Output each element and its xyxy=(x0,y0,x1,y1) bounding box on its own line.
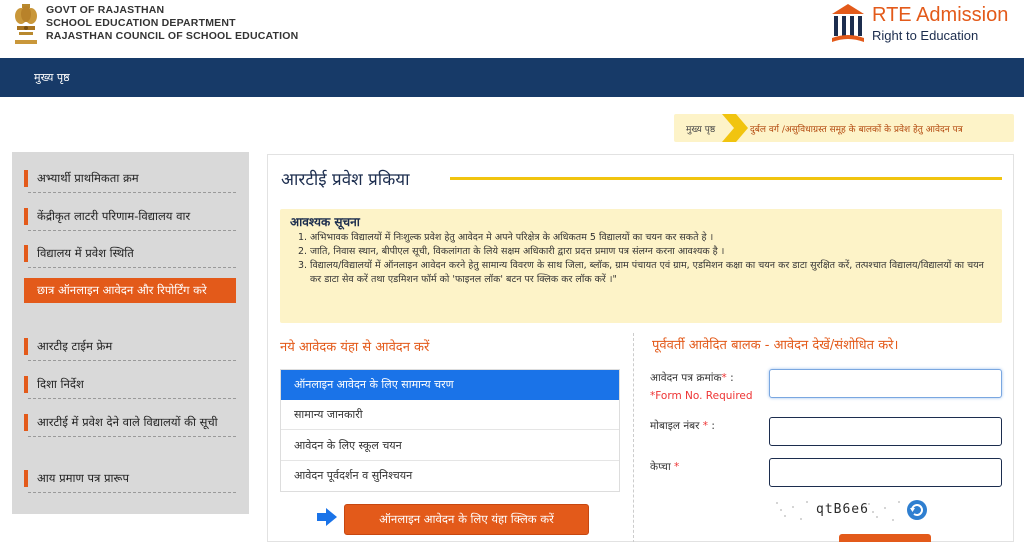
captcha-label: केप्चा * xyxy=(650,461,680,473)
notice-box: आवश्यक सूचना 1. अभिभावक विद्यालयों में नि… xyxy=(280,209,1002,323)
apply-online-button[interactable]: ऑनलाइन आवेदन के लिए यंहा क्लिक करें xyxy=(344,504,589,535)
notice-list: 1. अभिभावक विद्यालयों में निःशुल्क प्रवेश… xyxy=(298,231,988,287)
form-no-input[interactable] xyxy=(769,369,1002,398)
govt-title-block: GOVT OF RAJASTHAN SCHOOL EDUCATION DEPAR… xyxy=(46,4,298,43)
mobile-input[interactable] xyxy=(769,417,1002,446)
page-title: आरटीई प्रवेश प्रकिया xyxy=(281,170,410,190)
mobile-label: मोबाइल नंबर * : xyxy=(650,420,715,432)
step-preview-confirm[interactable]: आवेदन पूर्वदर्शन व सुनिश्चयन xyxy=(281,461,619,491)
step-school-selection[interactable]: आवेदन के लिए स्कूल चयन xyxy=(281,431,619,461)
sidebar-item-income-certificate[interactable]: आय प्रमाण पत्र प्रारूप xyxy=(24,470,236,493)
form-no-label: आवेदन पत्र क्रमांक* : xyxy=(650,372,734,384)
application-steps-list: ऑनलाइन आवेदन के लिए सामान्य चरण सामान्य … xyxy=(280,369,620,492)
step-general-steps[interactable]: ऑनलाइन आवेदन के लिए सामान्य चरण xyxy=(281,370,619,400)
main-panel: आरटीई प्रवेश प्रकिया आवश्यक सूचना 1. अभिभ… xyxy=(267,154,1014,542)
site-header: GOVT OF RAJASTHAN SCHOOL EDUCATION DEPAR… xyxy=(0,0,1024,58)
sidebar-item-lottery-result[interactable]: केंद्रीकृत लाटरी परिणाम-विद्यालय वार xyxy=(24,208,236,231)
arrow-right-icon xyxy=(317,508,337,526)
title-underline xyxy=(450,177,1002,180)
refresh-icon[interactable] xyxy=(906,499,928,521)
step-general-info[interactable]: सामान्य जानकारी xyxy=(281,400,619,430)
sidebar-item-time-frame[interactable]: आरटीइ टाईम फ्रेम xyxy=(24,338,236,361)
notice-item: 2. जाति, निवास स्थान, बीपीएल सूची, विकलां… xyxy=(298,246,725,257)
new-applicant-heading: नये आवेदक यंहा से आवेदन करें xyxy=(280,340,430,355)
nav-home-link[interactable]: मुख्य पृष्ठ xyxy=(34,70,70,85)
rte-logo-icon xyxy=(832,4,864,42)
captcha-text: qtB6e6 xyxy=(816,502,869,517)
brand-subtitle: Right to Education xyxy=(872,28,979,43)
brand-title: RTE Admission xyxy=(872,4,1009,26)
sidebar-item-priority-order[interactable]: अभ्यार्थी प्राथमिकता क्रम xyxy=(24,170,236,193)
sidebar-item-online-application[interactable]: छात्र ऑनलाइन आवेदन और रिपोर्टिंग करे xyxy=(24,278,236,303)
breadcrumb-current: दुर्बल वर्ग /असुविधाग्रस्त समूह के बालको… xyxy=(750,125,963,135)
sidebar-item-school-list[interactable]: आरटीई में प्रवेश देने वाले विद्यालयों की… xyxy=(24,414,236,437)
govt-line-1: GOVT OF RAJASTHAN xyxy=(46,4,165,16)
captcha-input[interactable] xyxy=(769,458,1002,487)
column-divider xyxy=(633,333,634,542)
breadcrumb: मुख्य पृष्ठ दुर्बल वर्ग /असुविधाग्रस्त स… xyxy=(674,114,1014,142)
govt-line-3: RAJASTHAN COUNCIL OF SCHOOL EDUCATION xyxy=(46,30,299,42)
form-no-required-note: *Form No. Required xyxy=(650,390,753,402)
notice-item: 3. विद्यालय/विद्यालयों में ऑनलाइन आवेदन क… xyxy=(298,260,984,285)
breadcrumb-separator-icon xyxy=(722,114,748,142)
main-navbar: मुख्य पृष्ठ xyxy=(0,58,1024,97)
emblem-icon xyxy=(15,4,37,44)
breadcrumb-home[interactable]: मुख्य पृष्ठ xyxy=(686,122,715,135)
submit-button[interactable] xyxy=(839,534,931,542)
previous-applicant-heading: पूर्ववर्ती आवेदित बालक - आवेदन देखें/संश… xyxy=(652,338,899,353)
sidebar: अभ्यार्थी प्राथमिकता क्रम केंद्रीकृत लाट… xyxy=(12,152,249,514)
sidebar-item-admission-status[interactable]: विद्यालय में प्रवेश स्थिति xyxy=(24,245,236,268)
notice-item: 1. अभिभावक विद्यालयों में निःशुल्क प्रवेश… xyxy=(298,232,714,243)
notice-title: आवश्यक सूचना xyxy=(290,215,360,229)
govt-line-2: SCHOOL EDUCATION DEPARTMENT xyxy=(46,17,236,29)
sidebar-item-guidelines[interactable]: दिशा निर्देश xyxy=(24,376,236,399)
